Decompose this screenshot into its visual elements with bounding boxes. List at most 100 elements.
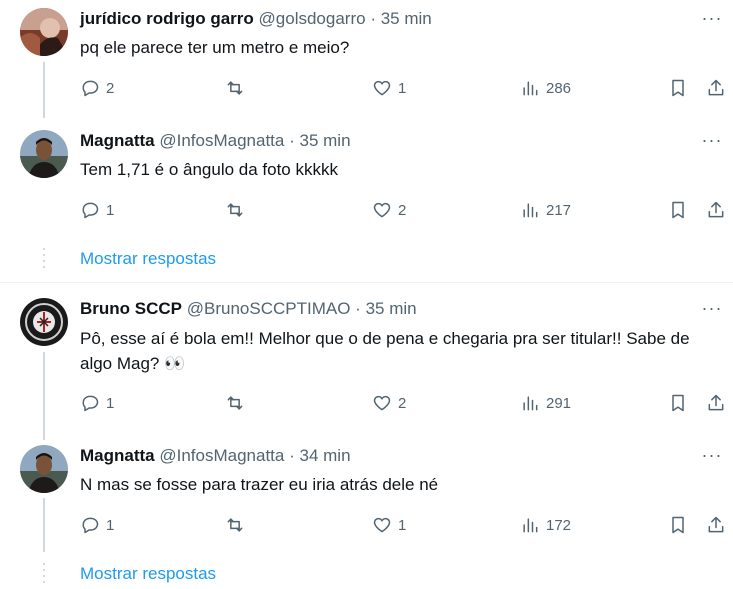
heart-icon: [373, 80, 391, 96]
tweet-actions: 1 1 172: [80, 512, 730, 538]
timestamp[interactable]: 35 min: [366, 299, 417, 318]
share-button[interactable]: [706, 390, 726, 416]
reply-button[interactable]: 2: [80, 75, 114, 101]
timestamp[interactable]: 35 min: [300, 131, 351, 150]
repost-button[interactable]: [225, 512, 245, 538]
tweet-header: jurídico rodrigo garro @golsdogarro · 35…: [80, 8, 432, 30]
reply-count: 1: [106, 394, 115, 412]
thread-line: [43, 352, 45, 440]
views-button[interactable]: 291: [520, 390, 571, 416]
reply-count: 2: [106, 79, 115, 97]
share-button[interactable]: [706, 512, 726, 538]
avatar[interactable]: [20, 8, 68, 56]
bookmark-button[interactable]: [668, 390, 688, 416]
bookmark-icon: [672, 394, 684, 412]
separator: ·: [289, 131, 295, 150]
thread-dots: [43, 563, 45, 587]
user-handle[interactable]: @BrunoSCCPTIMAO: [187, 299, 351, 318]
display-name[interactable]: jurídico rodrigo garro: [80, 9, 254, 28]
divider: [0, 282, 733, 283]
tweet-header: Magnatta @InfosMagnatta · 34 min: [80, 445, 351, 467]
thread-line: [43, 62, 45, 118]
bookmark-icon: [672, 516, 684, 534]
reply-button[interactable]: 1: [80, 197, 114, 223]
reply-icon: [82, 517, 99, 534]
share-icon: [708, 394, 724, 411]
timestamp[interactable]: 34 min: [300, 446, 351, 465]
like-button[interactable]: 1: [372, 75, 406, 101]
tweet-text: N mas se fosse para trazer eu iria atrás…: [80, 475, 439, 494]
like-button[interactable]: 1: [372, 512, 406, 538]
avatar[interactable]: [20, 298, 68, 346]
bookmark-button[interactable]: [668, 75, 688, 101]
repost-button[interactable]: [225, 390, 245, 416]
user-handle[interactable]: @golsdogarro: [259, 9, 366, 28]
bookmark-button[interactable]: [668, 197, 688, 223]
separator: ·: [289, 446, 295, 465]
more-options-icon[interactable]: ···: [701, 131, 723, 153]
tweet-text: Pô, esse aí é bola em!! Melhor que o de …: [80, 329, 690, 373]
view-count: 291: [546, 394, 572, 412]
separator: ·: [370, 9, 376, 28]
separator: ·: [355, 299, 361, 318]
view-count: 286: [546, 79, 572, 97]
tweet-actions: 1 2 291: [80, 390, 730, 416]
like-button[interactable]: 2: [372, 197, 406, 223]
views-button[interactable]: 217: [520, 197, 571, 223]
view-count: 217: [546, 201, 572, 219]
repost-icon: [227, 81, 243, 95]
tweet-actions: 1 2 217: [80, 197, 730, 223]
reply-icon: [82, 80, 99, 97]
reply-icon: [82, 395, 99, 412]
bookmark-button[interactable]: [668, 512, 688, 538]
thread-dots: [43, 248, 45, 272]
bookmark-icon: [672, 201, 684, 219]
display-name[interactable]: Bruno SCCP: [80, 299, 182, 318]
tweet-header: Bruno SCCP @BrunoSCCPTIMAO · 35 min: [80, 298, 417, 320]
bookmark-icon: [672, 79, 684, 97]
share-icon: [708, 79, 724, 96]
show-replies-link[interactable]: Mostrar respostas: [80, 248, 216, 270]
display-name[interactable]: Magnatta: [80, 446, 155, 465]
repost-icon: [227, 518, 243, 532]
repost-button[interactable]: [225, 197, 245, 223]
user-handle[interactable]: @InfosMagnatta: [159, 131, 284, 150]
share-icon: [708, 516, 724, 533]
more-options-icon[interactable]: ···: [701, 9, 723, 31]
repost-button[interactable]: [225, 75, 245, 101]
repost-icon: [227, 396, 243, 410]
share-button[interactable]: [706, 75, 726, 101]
user-handle[interactable]: @InfosMagnatta: [159, 446, 284, 465]
heart-icon: [373, 395, 391, 411]
views-icon: [523, 518, 538, 533]
share-button[interactable]: [706, 197, 726, 223]
avatar[interactable]: [20, 445, 68, 493]
thread-line: [43, 498, 45, 552]
repost-icon: [227, 203, 243, 217]
views-button[interactable]: 172: [520, 512, 571, 538]
view-count: 172: [546, 516, 572, 534]
reply-count: 1: [106, 516, 115, 534]
like-count: 2: [398, 394, 407, 412]
heart-icon: [373, 202, 391, 218]
tweet-text: Tem 1,71 é o ângulo da foto kkkkk: [80, 160, 338, 179]
reply-button[interactable]: 1: [80, 390, 114, 416]
reply-button[interactable]: 1: [80, 512, 114, 538]
display-name[interactable]: Magnatta: [80, 131, 155, 150]
more-options-icon[interactable]: ···: [701, 299, 723, 321]
like-button[interactable]: 2: [372, 390, 406, 416]
timestamp[interactable]: 35 min: [381, 9, 432, 28]
heart-icon: [373, 517, 391, 533]
views-icon: [523, 203, 538, 218]
views-icon: [523, 81, 538, 96]
share-icon: [708, 201, 724, 218]
tweet-actions: 2 1 286: [80, 75, 730, 101]
avatar[interactable]: [20, 130, 68, 178]
like-count: 1: [398, 79, 407, 97]
like-count: 1: [398, 516, 407, 534]
more-options-icon[interactable]: ···: [701, 446, 723, 468]
reply-icon: [82, 202, 99, 219]
show-replies-link[interactable]: Mostrar respostas: [80, 563, 216, 585]
views-button[interactable]: 286: [520, 75, 571, 101]
like-count: 2: [398, 201, 407, 219]
